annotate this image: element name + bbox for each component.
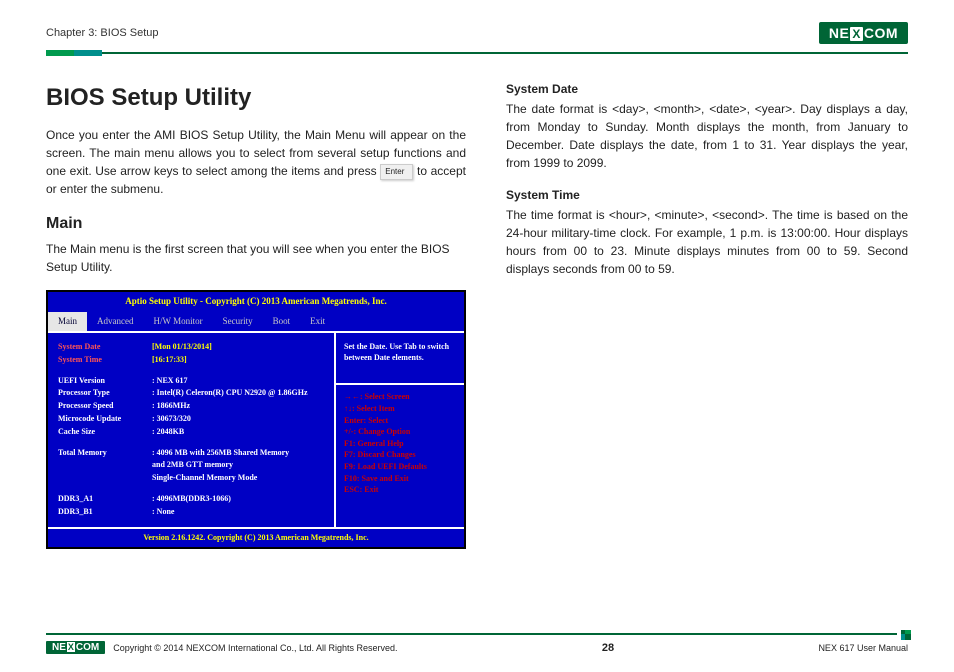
page-number: 28 bbox=[602, 642, 614, 654]
footer-rule bbox=[46, 630, 908, 637]
system-date-heading: System Date bbox=[506, 80, 908, 98]
system-time-text: The time format is <hour>, <minute>, <se… bbox=[506, 206, 908, 278]
bios-title: Aptio Setup Utility - Copyright (C) 2013… bbox=[48, 292, 464, 312]
footer-logo: NEXCOM bbox=[46, 641, 105, 654]
header-rule bbox=[46, 50, 908, 56]
enter-key-icon: Enter bbox=[380, 164, 413, 180]
tab-advanced: Advanced bbox=[87, 312, 143, 332]
chapter-label: Chapter 3: BIOS Setup bbox=[46, 27, 159, 39]
copyright: Copyright © 2014 NEXCOM International Co… bbox=[113, 643, 397, 653]
system-date-text: The date format is <day>, <month>, <date… bbox=[506, 100, 908, 172]
brand-logo: NEXCOM bbox=[819, 22, 908, 44]
bios-screenshot: Aptio Setup Utility - Copyright (C) 2013… bbox=[46, 290, 466, 549]
system-time-heading: System Time bbox=[506, 186, 908, 204]
main-desc: The Main menu is the first screen that y… bbox=[46, 240, 466, 276]
page-title: BIOS Setup Utility bbox=[46, 80, 466, 116]
bios-left-panel: System Date[Mon 01/13/2014] System Time[… bbox=[48, 333, 334, 527]
tab-hwmonitor: H/W Monitor bbox=[143, 312, 212, 332]
tab-exit: Exit bbox=[300, 312, 335, 332]
bios-key-help: →←: Select Screen ↑↓: Select Item Enter:… bbox=[344, 391, 456, 495]
bios-footer: Version 2.16.1242. Copyright (C) 2013 Am… bbox=[48, 527, 464, 547]
tab-main: Main bbox=[48, 312, 87, 332]
tab-boot: Boot bbox=[263, 312, 301, 332]
intro-text: Once you enter the AMI BIOS Setup Utilit… bbox=[46, 126, 466, 198]
tab-security: Security bbox=[213, 312, 263, 332]
bios-right-panel: Set the Date. Use Tab to switch between … bbox=[334, 333, 464, 527]
bios-tabs: Main Advanced H/W Monitor Security Boot … bbox=[48, 312, 464, 332]
section-heading-main: Main bbox=[46, 212, 466, 236]
manual-name: NEX 617 User Manual bbox=[818, 643, 908, 653]
